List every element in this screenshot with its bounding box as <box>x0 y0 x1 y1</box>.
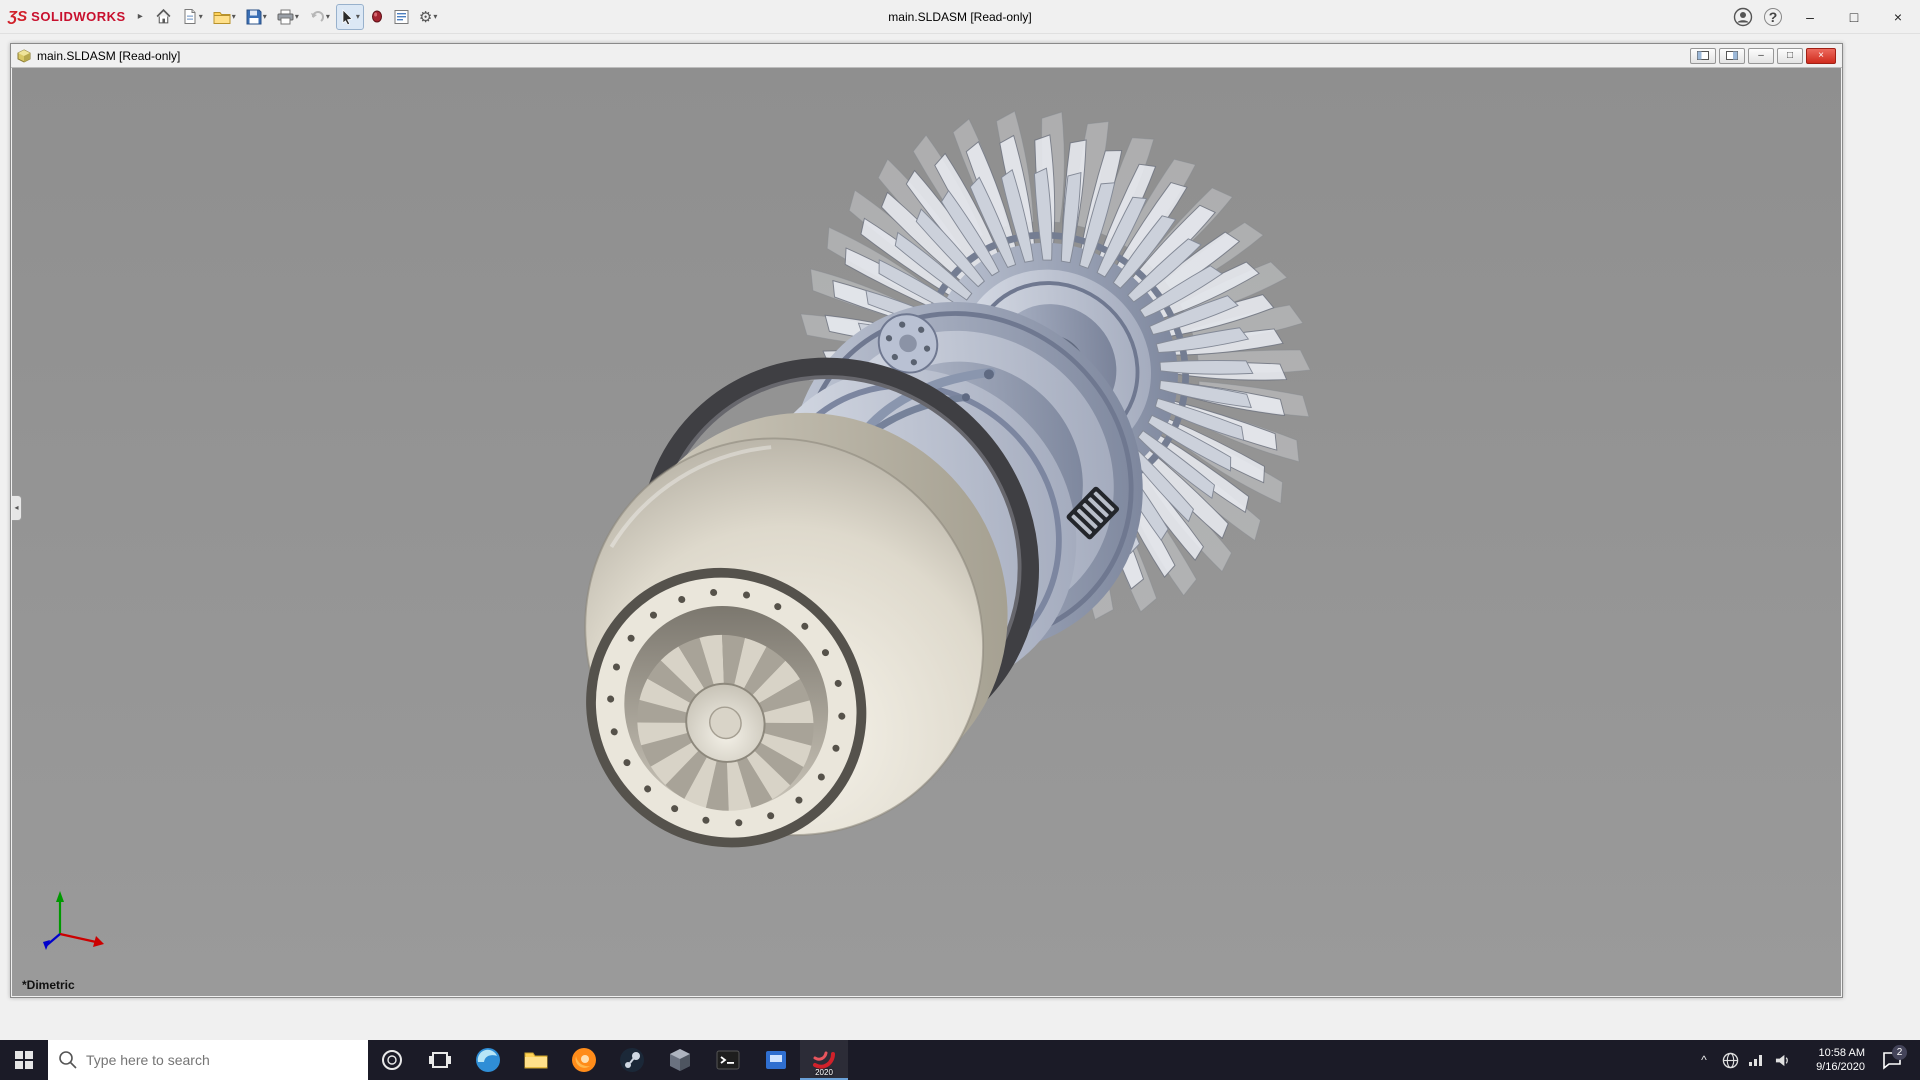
print-icon <box>277 9 294 25</box>
notification-badge: 2 <box>1892 1045 1907 1060</box>
home-button[interactable] <box>151 4 176 30</box>
taskbar-app-terminal[interactable] <box>704 1040 752 1080</box>
document-title: main.SLDASM [Read-only] <box>37 49 180 63</box>
taskbar-search[interactable] <box>48 1040 368 1080</box>
clock-date: 9/16/2020 <box>1795 1060 1865 1074</box>
help-button[interactable]: ? <box>1758 2 1788 32</box>
doc-close-button[interactable]: × <box>1806 48 1836 64</box>
windows-logo-icon <box>15 1051 33 1069</box>
main-toolbar: ▾ ▾ ▾ ▾ ▾ ▾ ⚙ ▾ <box>151 4 442 30</box>
graphics-viewport[interactable]: *Dimetric ◂ <box>12 68 1841 996</box>
search-icon <box>58 1050 78 1070</box>
taskbar-app-solidworks[interactable]: 2020 <box>800 1040 848 1080</box>
cortana-icon <box>380 1048 404 1072</box>
file-explorer-icon <box>522 1046 550 1074</box>
undo-button[interactable]: ▾ <box>305 4 334 30</box>
task-view-button[interactable] <box>416 1040 464 1080</box>
cube-app-icon <box>666 1046 694 1074</box>
report-list-icon <box>394 9 409 25</box>
select-tool-button[interactable]: ▾ <box>336 4 364 30</box>
taskbar-app-blue-window[interactable] <box>752 1040 800 1080</box>
globe-icon <box>1722 1052 1739 1069</box>
undo-caret[interactable]: ▾ <box>326 12 330 21</box>
save-caret[interactable]: ▾ <box>263 12 267 21</box>
report-button[interactable] <box>390 4 413 30</box>
pane-left-icon <box>1697 51 1709 60</box>
jet-engine-model[interactable] <box>12 68 1841 996</box>
app-window-title: main.SLDASM [Read-only] <box>888 0 1031 34</box>
gear-icon: ⚙ <box>419 8 432 26</box>
engine-assembly[interactable] <box>503 68 1416 917</box>
search-input[interactable] <box>48 1040 368 1080</box>
document-titlebar[interactable]: main.SLDASM [Read-only] – □ × <box>11 44 1842 68</box>
pane-right-icon <box>1726 51 1738 60</box>
blue-app-icon <box>762 1046 790 1074</box>
task-view-icon <box>428 1048 452 1072</box>
app-window-controls: ? – □ × <box>1728 0 1920 34</box>
undo-icon <box>309 9 325 25</box>
edge-icon <box>474 1046 502 1074</box>
clock-time: 10:58 AM <box>1795 1046 1865 1060</box>
solidworks-logo: ƷS SOLIDWORKS <box>8 8 126 25</box>
speaker-icon <box>1774 1053 1791 1068</box>
account-icon <box>1733 7 1753 27</box>
firefox-icon <box>570 1046 598 1074</box>
assembly-cube-icon <box>17 49 31 63</box>
taskbar: 2020 ^ 10:58 AM 9/16/2020 <box>0 1040 1920 1080</box>
taskbar-app-firefox[interactable] <box>560 1040 608 1080</box>
menu-flyout-arrow[interactable]: ▸ <box>138 11 143 22</box>
app-minimize-button[interactable]: – <box>1788 0 1832 34</box>
account-button[interactable] <box>1728 2 1758 32</box>
print-button[interactable]: ▾ <box>273 4 303 30</box>
solidworks-year-caption: 2020 <box>800 1068 848 1077</box>
taskbar-app-file-explorer[interactable] <box>512 1040 560 1080</box>
taskbar-app-edge[interactable] <box>464 1040 512 1080</box>
doc-minimize-button[interactable]: – <box>1748 48 1774 64</box>
save-icon <box>246 9 262 25</box>
signal-button[interactable] <box>1743 1040 1769 1080</box>
open-caret[interactable]: ▾ <box>232 12 236 21</box>
taskbar-clock[interactable]: 10:58 AM 9/16/2020 <box>1795 1046 1871 1074</box>
print-caret[interactable]: ▾ <box>295 12 299 21</box>
options-button[interactable]: ⚙ ▾ <box>415 4 441 30</box>
network-globe-button[interactable] <box>1717 1040 1743 1080</box>
signal-bars-icon <box>1748 1053 1764 1067</box>
select-cursor-icon <box>340 9 355 25</box>
taskbar-app-cube[interactable] <box>656 1040 704 1080</box>
app-close-button[interactable]: × <box>1876 0 1920 34</box>
volume-button[interactable] <box>1769 1040 1795 1080</box>
document-window-controls: – □ × <box>1690 48 1836 64</box>
options-caret[interactable]: ▾ <box>433 12 437 21</box>
steam-icon <box>618 1046 646 1074</box>
action-center-button[interactable]: 2 <box>1871 1040 1913 1080</box>
open-button[interactable]: ▾ <box>209 4 240 30</box>
cortana-button[interactable] <box>368 1040 416 1080</box>
home-icon <box>155 8 172 25</box>
app-titlebar: ƷS SOLIDWORKS ▸ ▾ ▾ ▾ ▾ ▾ ▾ <box>0 0 1920 34</box>
system-tray: ^ 10:58 AM 9/16/2020 <box>1691 1040 1920 1080</box>
taskbar-app-steam[interactable] <box>608 1040 656 1080</box>
tray-chevron-button[interactable]: ^ <box>1691 1040 1717 1080</box>
terminal-icon <box>714 1046 742 1074</box>
new-document-caret[interactable]: ▾ <box>199 12 203 21</box>
doc-pane-left-button[interactable] <box>1690 48 1716 64</box>
select-tool-caret[interactable]: ▾ <box>356 12 360 21</box>
app-maximize-button[interactable]: □ <box>1832 0 1876 34</box>
document-window: main.SLDASM [Read-only] – □ × <box>10 43 1843 998</box>
view-orientation-label: *Dimetric <box>22 978 75 992</box>
appearance-sphere-icon <box>370 9 384 24</box>
orientation-triad <box>34 882 114 962</box>
doc-pane-right-button[interactable] <box>1719 48 1745 64</box>
save-button[interactable]: ▾ <box>242 4 271 30</box>
help-icon: ? <box>1764 8 1782 26</box>
new-document-icon <box>182 8 198 25</box>
new-document-button[interactable]: ▾ <box>178 4 207 30</box>
solidworks-brand-text: SOLIDWORKS <box>31 9 126 24</box>
solidworks-logo-glyph: ƷS <box>8 8 27 25</box>
open-folder-icon <box>213 9 231 25</box>
start-button[interactable] <box>0 1040 48 1080</box>
appearance-tool-button[interactable] <box>366 4 388 30</box>
doc-restore-button[interactable]: □ <box>1777 48 1803 64</box>
featuremanager-collapse-tab[interactable]: ◂ <box>12 495 22 521</box>
